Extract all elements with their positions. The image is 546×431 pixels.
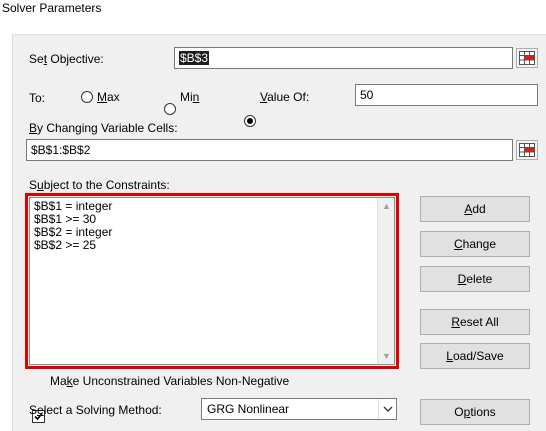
min-radio[interactable] xyxy=(164,103,176,115)
value-of-input[interactable]: 50 xyxy=(355,84,538,106)
variables-input[interactable]: $B$1:$B$2 xyxy=(26,139,513,161)
change-button[interactable]: Change xyxy=(420,231,530,257)
solving-method-label: Select a Solving Method: xyxy=(29,403,162,417)
load-save-button[interactable]: Load/Save xyxy=(420,343,530,369)
chevron-down-icon[interactable] xyxy=(378,399,396,419)
range-select-icon xyxy=(519,51,535,65)
objective-input[interactable]: $B$3 xyxy=(174,47,513,69)
value-of-radio[interactable] xyxy=(244,115,256,127)
max-radio[interactable] xyxy=(81,91,93,103)
nonnegative-label[interactable]: Make Unconstrained Variables Non-Negativ… xyxy=(50,374,289,388)
solving-method-select[interactable]: GRG Nonlinear xyxy=(201,398,397,420)
add-button[interactable]: Add xyxy=(420,196,530,222)
delete-button[interactable]: Delete xyxy=(420,266,530,292)
to-label: To: xyxy=(29,91,46,105)
value-of-label[interactable]: Value Of: xyxy=(260,90,309,104)
objective-refedit-button[interactable] xyxy=(516,48,538,68)
scroll-up-icon[interactable]: ▲ xyxy=(382,201,391,211)
max-label[interactable]: Max xyxy=(97,90,120,104)
window-title: Solver Parameters xyxy=(2,1,102,15)
range-select-icon xyxy=(519,143,535,157)
solving-method-value: GRG Nonlinear xyxy=(207,402,290,416)
constraints-label: Subject to the Constraints: xyxy=(29,178,170,192)
list-item[interactable]: $B$1 = integer xyxy=(34,200,112,212)
objective-label: Set Objective: xyxy=(29,52,104,66)
variables-label: By Changing Variable Cells: xyxy=(29,121,178,135)
list-item[interactable]: $B$1 >= 30 xyxy=(34,213,96,225)
min-label[interactable]: Min xyxy=(180,90,199,104)
scroll-down-icon[interactable]: ▼ xyxy=(382,351,391,361)
constraints-scrollbar[interactable]: ▲ ▼ xyxy=(377,198,394,364)
list-item[interactable]: $B$2 = integer xyxy=(34,226,112,238)
list-item[interactable]: $B$2 >= 25 xyxy=(34,239,96,251)
constraints-list[interactable]: $B$1 = integer $B$1 >= 30 $B$2 = integer… xyxy=(29,197,395,365)
options-button[interactable]: Op tions xyxy=(420,399,530,425)
variables-refedit-button[interactable] xyxy=(516,140,538,160)
reset-all-button[interactable]: Reset All xyxy=(420,309,530,335)
